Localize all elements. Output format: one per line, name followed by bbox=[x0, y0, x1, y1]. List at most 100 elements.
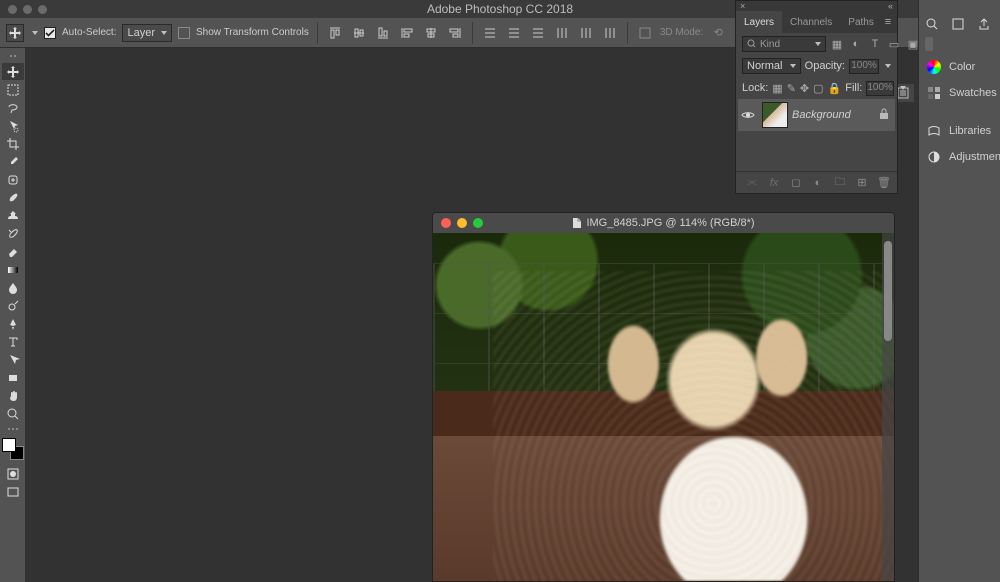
pen-tool[interactable] bbox=[2, 315, 24, 332]
scrollbar-thumb[interactable] bbox=[884, 241, 892, 341]
document-canvas[interactable] bbox=[433, 233, 894, 581]
opacity-label: Opacity: bbox=[805, 60, 845, 72]
chevron-down-icon bbox=[161, 31, 167, 35]
align-bottom-icon[interactable] bbox=[374, 24, 392, 42]
healing-brush-tool[interactable] bbox=[2, 171, 24, 188]
filter-type-icon[interactable]: T bbox=[868, 37, 882, 51]
tab-channels[interactable]: Channels bbox=[782, 11, 840, 33]
panel-color[interactable]: Color bbox=[919, 54, 1000, 80]
brush-tool[interactable] bbox=[2, 189, 24, 206]
filter-toggle-icon[interactable] bbox=[925, 37, 933, 51]
filter-shape-icon[interactable]: ▭ bbox=[887, 37, 901, 51]
align-vcenter-icon[interactable] bbox=[350, 24, 368, 42]
panel-tabs: Layers Channels Paths ≡ bbox=[736, 11, 897, 33]
libraries-icon bbox=[927, 124, 941, 138]
lock-image-icon[interactable]: ✎ bbox=[787, 81, 796, 95]
distribute-vcenter-icon[interactable] bbox=[505, 24, 523, 42]
vertical-scrollbar[interactable] bbox=[882, 233, 894, 581]
history-brush-tool[interactable] bbox=[2, 225, 24, 242]
current-tool-indicator[interactable] bbox=[6, 24, 24, 42]
filter-pixel-icon[interactable]: ▦ bbox=[830, 37, 844, 51]
panel-adjustments[interactable]: Adjustments bbox=[919, 144, 1000, 170]
arrange-docs-icon[interactable] bbox=[950, 16, 966, 32]
layer-thumbnail[interactable] bbox=[762, 102, 788, 128]
layer-filter-select[interactable] bbox=[742, 36, 826, 52]
filter-adjust-icon[interactable]: ◐ bbox=[849, 37, 863, 51]
fill-input[interactable]: 100% bbox=[866, 81, 894, 96]
search-icon[interactable] bbox=[924, 16, 940, 32]
distribute-bottom-icon[interactable] bbox=[529, 24, 547, 42]
new-layer-icon[interactable]: ⊞ bbox=[855, 176, 869, 190]
distribute-top-icon[interactable] bbox=[481, 24, 499, 42]
foreground-color-swatch[interactable] bbox=[2, 438, 16, 452]
distribute-hcenter-icon[interactable] bbox=[577, 24, 595, 42]
lock-transparency-icon[interactable]: ▦ bbox=[772, 81, 782, 95]
lock-artboard-icon[interactable]: ▢ bbox=[813, 81, 823, 95]
panel-menu-icon[interactable]: ≡ bbox=[883, 15, 897, 29]
eyedropper-tool[interactable] bbox=[2, 153, 24, 170]
hand-tool[interactable] bbox=[2, 387, 24, 404]
panel-collapse-icon[interactable]: « bbox=[888, 1, 893, 11]
link-layers-icon[interactable]: ⫘ bbox=[745, 176, 759, 190]
type-tool[interactable] bbox=[2, 333, 24, 350]
filter-kind-input[interactable] bbox=[760, 39, 810, 50]
crop-tool[interactable] bbox=[2, 135, 24, 152]
layer-row[interactable]: Background bbox=[738, 99, 895, 131]
dodge-tool[interactable] bbox=[2, 297, 24, 314]
align-left-icon[interactable] bbox=[398, 24, 416, 42]
toolbar-grip[interactable] bbox=[3, 53, 23, 59]
delete-layer-icon[interactable]: 🗑 bbox=[877, 176, 891, 190]
filter-smart-icon[interactable]: ▣ bbox=[906, 37, 920, 51]
new-fill-adjust-icon[interactable]: ◐ bbox=[811, 176, 825, 190]
show-transform-checkbox[interactable] bbox=[178, 27, 190, 39]
rectangle-tool[interactable] bbox=[2, 369, 24, 386]
document-titlebar[interactable]: IMG_8485.JPG @ 114% (RGB/8*) bbox=[433, 213, 894, 233]
opacity-input[interactable]: 100% bbox=[849, 59, 879, 74]
gradient-tool[interactable] bbox=[2, 261, 24, 278]
new-group-icon[interactable]: 🗀 bbox=[833, 176, 847, 190]
move-tool[interactable] bbox=[2, 63, 24, 80]
lock-icon bbox=[879, 108, 895, 123]
panel-libraries[interactable]: Libraries bbox=[919, 118, 1000, 144]
auto-select-target-select[interactable]: Layer bbox=[122, 24, 172, 42]
zoom-tool[interactable] bbox=[2, 405, 24, 422]
layer-fx-icon[interactable]: fx bbox=[767, 176, 781, 190]
align-top-icon[interactable] bbox=[326, 24, 344, 42]
auto-align-icon[interactable] bbox=[636, 24, 654, 42]
layer-visibility-toggle[interactable] bbox=[738, 110, 758, 120]
distribute-left-icon[interactable] bbox=[553, 24, 571, 42]
screen-mode-tool[interactable] bbox=[2, 483, 24, 500]
swatches-icon bbox=[927, 86, 941, 100]
quick-select-tool[interactable] bbox=[2, 117, 24, 134]
share-icon[interactable] bbox=[976, 16, 992, 32]
auto-select-checkbox[interactable] bbox=[44, 27, 56, 39]
path-select-tool[interactable] bbox=[2, 351, 24, 368]
panel-swatches[interactable]: Swatches bbox=[919, 80, 1000, 106]
panel-close-icon[interactable]: × bbox=[740, 1, 745, 11]
auto-select-target-value: Layer bbox=[127, 27, 155, 39]
document-window[interactable]: IMG_8485.JPG @ 114% (RGB/8*) bbox=[432, 212, 895, 582]
eraser-tool[interactable] bbox=[2, 243, 24, 260]
lasso-tool[interactable] bbox=[2, 99, 24, 116]
lock-all-icon[interactable]: 🔒 bbox=[828, 81, 842, 95]
distribute-right-icon[interactable] bbox=[601, 24, 619, 42]
tab-layers[interactable]: Layers bbox=[736, 11, 782, 33]
document-title: IMG_8485.JPG @ 114% (RGB/8*) bbox=[586, 217, 754, 229]
rect-marquee-tool[interactable] bbox=[2, 81, 24, 98]
color-swatches[interactable] bbox=[2, 438, 24, 460]
chevron-down-icon bbox=[815, 42, 821, 46]
add-mask-icon[interactable]: ◻ bbox=[789, 176, 803, 190]
chevron-down-icon[interactable] bbox=[885, 64, 891, 68]
align-right-icon[interactable] bbox=[446, 24, 464, 42]
toolbar-edit[interactable] bbox=[3, 426, 23, 432]
chevron-down-icon[interactable] bbox=[900, 86, 906, 90]
quick-mask-tool[interactable] bbox=[2, 465, 24, 482]
clone-stamp-tool[interactable] bbox=[2, 207, 24, 224]
blur-tool[interactable] bbox=[2, 279, 24, 296]
align-hcenter-icon[interactable] bbox=[422, 24, 440, 42]
layer-name[interactable]: Background bbox=[792, 109, 851, 121]
blend-mode-select[interactable]: Normal bbox=[742, 58, 801, 74]
lock-position-icon[interactable]: ✥ bbox=[800, 81, 809, 95]
tab-paths[interactable]: Paths bbox=[840, 11, 882, 33]
tool-preset-chevron-icon[interactable] bbox=[32, 31, 38, 35]
